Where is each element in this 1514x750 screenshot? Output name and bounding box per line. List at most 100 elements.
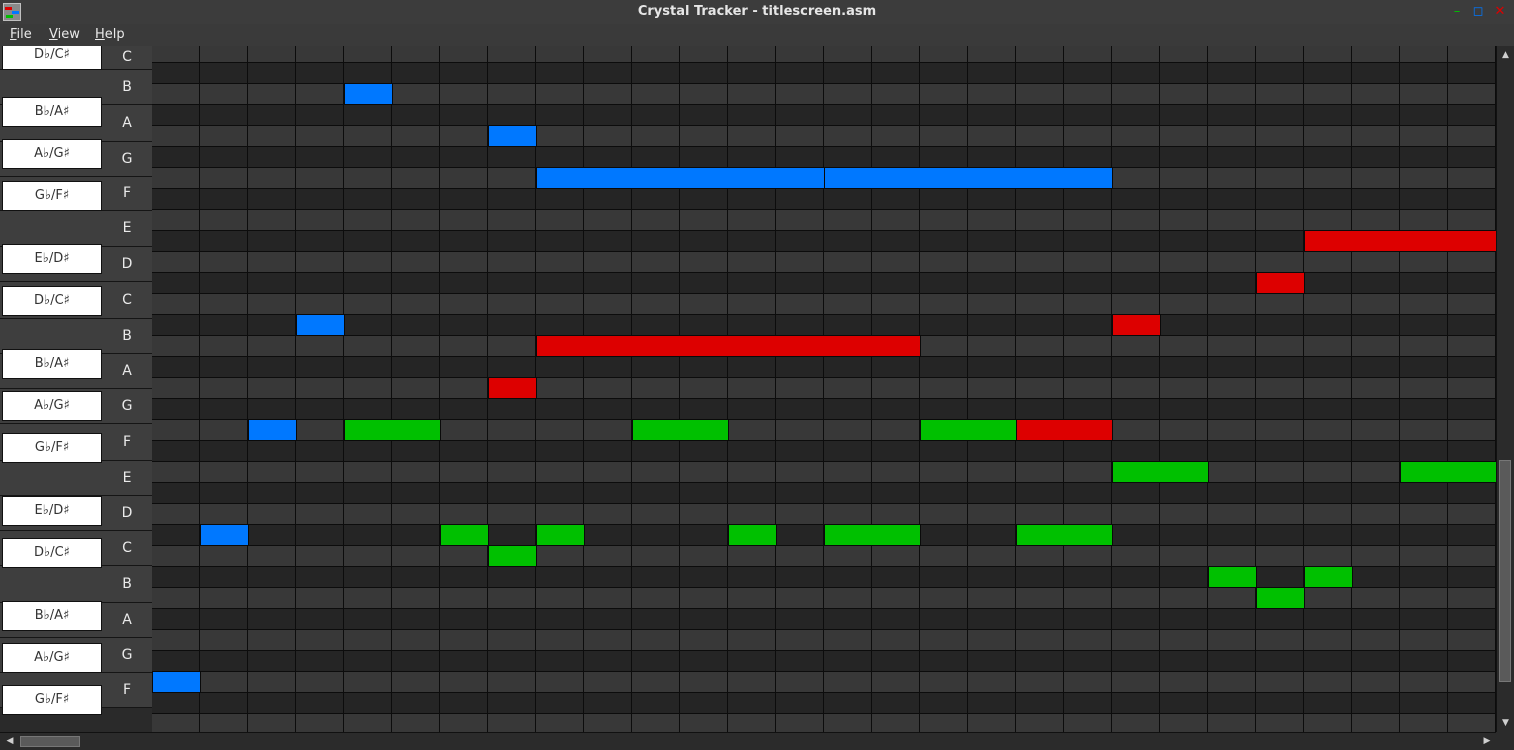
piano-key-black[interactable]: D♭/C♯: [2, 538, 102, 568]
vertical-scroll-thumb[interactable]: [1499, 460, 1511, 682]
piano-key-label: G: [121, 150, 133, 167]
note-channel-2[interactable]: [1208, 566, 1257, 588]
piano-key-black[interactable]: G♭/F♯: [2, 685, 102, 715]
grid-row[interactable]: [152, 462, 1496, 483]
piano-key-label: G: [121, 397, 133, 414]
grid-row[interactable]: [152, 252, 1496, 273]
grid-row[interactable]: [152, 126, 1496, 147]
grid-row[interactable]: [152, 105, 1496, 126]
menu-help-mnemonic: H: [95, 27, 105, 42]
grid-row[interactable]: [152, 315, 1496, 336]
note-channel-2[interactable]: [1112, 461, 1209, 483]
grid-row[interactable]: [152, 630, 1496, 651]
grid-row[interactable]: [152, 567, 1496, 588]
grid-row[interactable]: [152, 147, 1496, 168]
piano-key-label: G: [121, 646, 133, 663]
piano-key-black[interactable]: G♭/F♯: [2, 181, 102, 211]
piano-key-black[interactable]: D♭/C♯: [2, 286, 102, 316]
grid-row[interactable]: [152, 399, 1496, 420]
grid-row[interactable]: [152, 63, 1496, 84]
piano-key-label: A: [122, 114, 132, 131]
note-channel-3[interactable]: [248, 419, 297, 441]
grid-row[interactable]: [152, 714, 1496, 732]
grid-row[interactable]: [152, 46, 1496, 63]
piano-key-black[interactable]: A♭/G♯: [2, 391, 102, 421]
note-channel-1[interactable]: [1256, 272, 1305, 294]
grid-row[interactable]: [152, 294, 1496, 315]
grid-row[interactable]: [152, 546, 1496, 567]
note-channel-2[interactable]: [1016, 524, 1113, 546]
piano-key-black[interactable]: A♭/G♯: [2, 139, 102, 169]
piano-key-white[interactable]: E: [0, 461, 152, 496]
grid-row[interactable]: [152, 231, 1496, 252]
note-channel-2[interactable]: [632, 419, 729, 441]
grid-row[interactable]: [152, 378, 1496, 399]
grid-row[interactable]: [152, 672, 1496, 693]
menu-view-label: iew: [57, 27, 80, 42]
piano-key-black[interactable]: E♭/D♯: [2, 244, 102, 274]
piano-key-black[interactable]: B♭/A♯: [2, 349, 102, 379]
maximize-icon[interactable]: ◻: [1470, 4, 1486, 20]
note-channel-1[interactable]: [1016, 419, 1113, 441]
menu-help[interactable]: Help: [93, 24, 127, 46]
piano-key-black[interactable]: D♭/C♯: [2, 46, 102, 70]
grid-row[interactable]: [152, 651, 1496, 672]
note-channel-1[interactable]: [536, 335, 921, 357]
note-channel-1[interactable]: [488, 377, 537, 399]
grid-row[interactable]: [152, 693, 1496, 714]
grid-row[interactable]: [152, 483, 1496, 504]
scroll-left-icon[interactable]: ◀: [3, 733, 17, 750]
note-channel-3[interactable]: [488, 125, 537, 147]
grid-row[interactable]: [152, 189, 1496, 210]
note-channel-3[interactable]: [344, 83, 393, 105]
piano-key-black[interactable]: B♭/A♯: [2, 97, 102, 127]
grid-row[interactable]: [152, 441, 1496, 462]
piano-key-black[interactable]: B♭/A♯: [2, 601, 102, 631]
menu-file[interactable]: File: [8, 24, 34, 46]
note-channel-2[interactable]: [728, 524, 777, 546]
piano-key-white[interactable]: B: [0, 566, 152, 603]
note-channel-2[interactable]: [1304, 566, 1353, 588]
note-channel-2[interactable]: [440, 524, 489, 546]
note-channel-2[interactable]: [824, 524, 921, 546]
scroll-up-icon[interactable]: ▲: [1497, 48, 1514, 62]
piano-key-label: C: [122, 49, 132, 65]
piano-key-label: B: [122, 78, 132, 95]
piano-key-label: F: [122, 185, 132, 201]
piano-key-black[interactable]: E♭/D♯: [2, 496, 102, 526]
close-icon[interactable]: ✕: [1492, 4, 1508, 20]
grid-row[interactable]: [152, 609, 1496, 630]
grid-row[interactable]: [152, 357, 1496, 378]
piano-key-white[interactable]: E: [0, 211, 152, 247]
note-channel-3[interactable]: [200, 524, 249, 546]
menu-view-mnemonic: V: [49, 27, 58, 42]
note-channel-2[interactable]: [536, 524, 585, 546]
note-channel-2[interactable]: [1400, 461, 1496, 483]
note-channel-1[interactable]: [1112, 314, 1161, 336]
piano-key-label: A: [122, 611, 132, 628]
menu-file-label: ile: [16, 27, 32, 42]
piano-key-label: D: [121, 504, 133, 521]
menu-view[interactable]: View: [47, 24, 82, 46]
piano-key-label: F: [122, 433, 132, 450]
grid-row[interactable]: [152, 210, 1496, 231]
minimize-icon[interactable]: –: [1449, 4, 1465, 20]
vertical-scrollbar[interactable]: ▲ ▼: [1496, 46, 1514, 732]
horizontal-scrollbar[interactable]: ◀ ▶: [0, 732, 1496, 750]
note-channel-3[interactable]: [536, 167, 825, 189]
horizontal-scroll-thumb[interactable]: [20, 736, 80, 747]
note-channel-3[interactable]: [152, 671, 201, 693]
note-channel-2[interactable]: [344, 419, 441, 441]
scroll-down-icon[interactable]: ▼: [1497, 716, 1514, 730]
piano-key-black[interactable]: G♭/F♯: [2, 433, 102, 463]
note-channel-3[interactable]: [824, 167, 1113, 189]
note-channel-1[interactable]: [1304, 230, 1496, 252]
piano-key-black[interactable]: A♭/G♯: [2, 643, 102, 673]
note-channel-2[interactable]: [920, 419, 1017, 441]
note-channel-2[interactable]: [1256, 587, 1305, 609]
note-channel-3[interactable]: [296, 314, 345, 336]
grid-row[interactable]: [152, 504, 1496, 525]
piano-roll-grid[interactable]: [152, 46, 1496, 732]
note-channel-2[interactable]: [488, 545, 537, 567]
scroll-right-icon[interactable]: ▶: [1480, 733, 1494, 750]
